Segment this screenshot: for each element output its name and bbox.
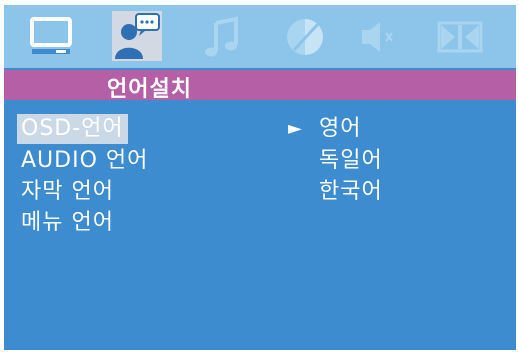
option-german[interactable]: 독일어 xyxy=(319,146,383,176)
title-bar: 언어설치 xyxy=(4,70,516,102)
page-title: 언어설치 xyxy=(107,77,192,102)
menu-icon-bar xyxy=(4,5,516,68)
color-icon[interactable] xyxy=(280,11,330,61)
option-english[interactable]: 영어 xyxy=(319,114,361,144)
menu-item-audio-language[interactable]: AUDIO 언어 xyxy=(17,146,152,176)
picture-icon[interactable] xyxy=(26,11,76,61)
option-korean[interactable]: 한국어 xyxy=(319,177,383,207)
video-icon[interactable] xyxy=(435,11,485,61)
volume-icon[interactable] xyxy=(356,11,406,61)
menu-item-osd-language[interactable]: OSD-언어 xyxy=(17,114,128,144)
menu-item-menu-language[interactable]: 메뉴 언어 xyxy=(17,208,118,238)
language-icon[interactable] xyxy=(112,11,162,61)
osd-menu-panel: 언어설치 OSD-언어 AUDIO 언어 자막 언어 메뉴 언어 ► 영어 독일… xyxy=(4,5,516,350)
audio-icon[interactable] xyxy=(197,11,247,61)
selection-arrow-icon: ► xyxy=(288,118,302,139)
menu-item-subtitle-language[interactable]: 자막 언어 xyxy=(17,177,118,207)
